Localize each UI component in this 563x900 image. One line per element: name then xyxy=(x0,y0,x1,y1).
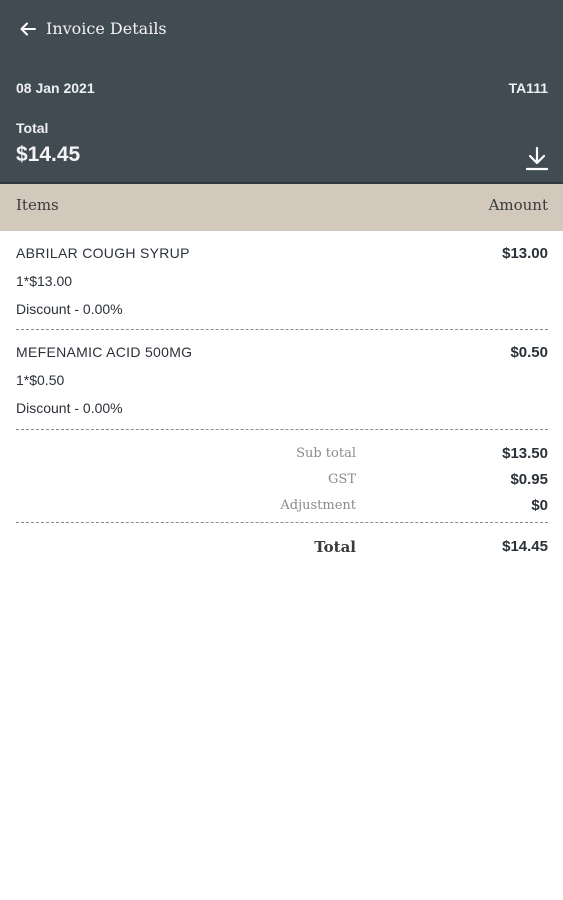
item-discount: Discount - 0.00% xyxy=(16,301,123,317)
item-name: ABRILAR COUGH SYRUP xyxy=(16,245,190,261)
item-quantity: 1*$0.50 xyxy=(16,372,65,388)
grand-total-value: $14.45 xyxy=(502,538,548,555)
arrow-left-icon xyxy=(20,22,36,36)
invoice-date: 08 Jan 2021 xyxy=(16,80,95,96)
page-title: Invoice Details xyxy=(46,19,167,38)
column-header-amount: Amount xyxy=(488,196,548,214)
adjustment-label: Adjustment xyxy=(280,498,356,513)
item-amount: $13.00 xyxy=(502,245,548,262)
back-button[interactable] xyxy=(16,17,40,41)
subtotal-value: $13.50 xyxy=(502,445,548,462)
download-button[interactable] xyxy=(525,146,549,172)
column-header-items: Items xyxy=(16,196,59,214)
item-amount: $0.50 xyxy=(510,344,548,361)
total-label: Total xyxy=(16,120,49,136)
download-icon xyxy=(525,146,549,171)
table-header: Items Amount xyxy=(0,184,563,231)
invoice-header: Invoice Details 08 Jan 2021 TA111 Total … xyxy=(0,0,563,182)
summary-divider xyxy=(16,522,548,523)
adjustment-value: $0 xyxy=(531,497,548,514)
subtotal-label: Sub total xyxy=(296,446,356,461)
item-name: MEFENAMIC ACID 500MG xyxy=(16,344,193,360)
grand-total-label: Total xyxy=(314,538,356,556)
item-quantity: 1*$13.00 xyxy=(16,273,73,289)
item-divider xyxy=(16,329,548,330)
gst-label: GST xyxy=(328,472,356,487)
invoice-reference: TA111 xyxy=(508,80,548,96)
total-value: $14.45 xyxy=(16,143,81,166)
gst-value: $0.95 xyxy=(510,471,548,488)
item-discount: Discount - 0.00% xyxy=(16,400,123,416)
item-divider xyxy=(16,429,548,430)
